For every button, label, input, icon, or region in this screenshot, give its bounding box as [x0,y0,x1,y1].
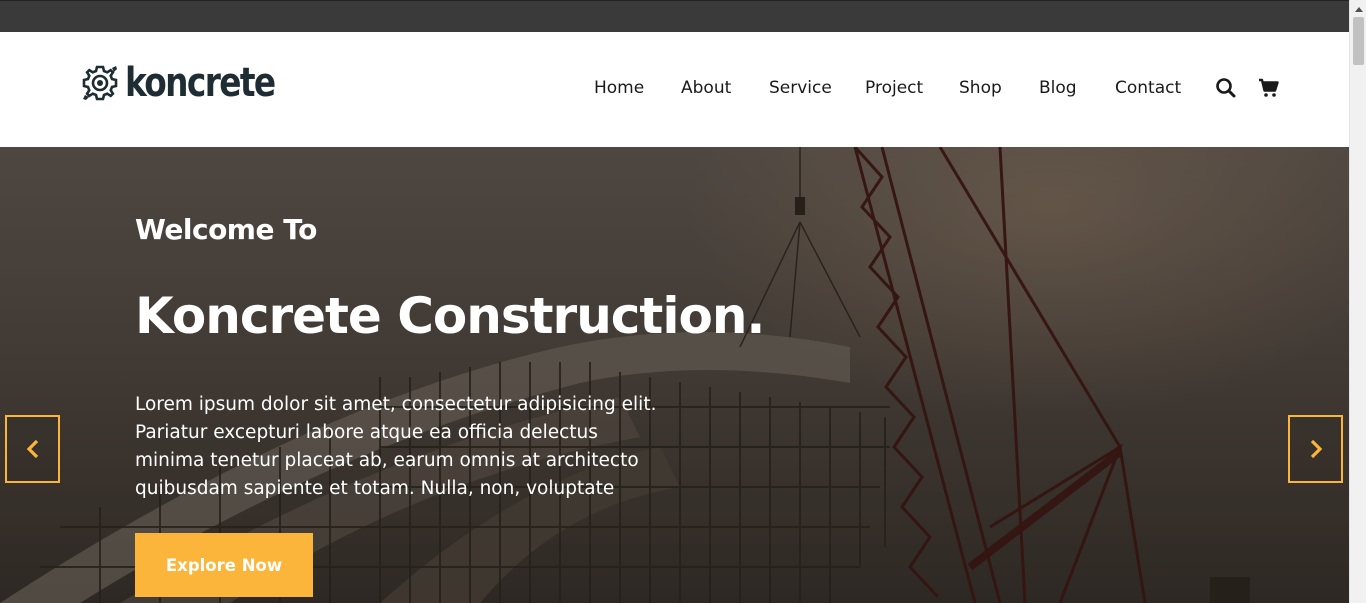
cart-icon[interactable] [1257,76,1281,100]
chevron-left-icon [26,439,38,459]
nav-item-blog[interactable]: Blog [1039,76,1077,100]
nav-item-service[interactable]: Service [769,76,832,100]
vertical-scrollbar[interactable] [1349,0,1366,603]
hero-description: Lorem ipsum dolor sit amet, consectetur … [135,394,657,499]
site-header: koncrete Home About Service Project Shop… [0,32,1349,147]
chevron-right-icon [1310,439,1322,459]
gear-wrench-logo-icon [82,65,118,101]
slider-next-button[interactable] [1288,415,1343,483]
slider-prev-button[interactable] [5,415,60,483]
scroll-up-button[interactable] [1350,0,1366,17]
explore-now-button[interactable]: Explore Now [135,533,313,597]
hero-welcome-text: Welcome To [135,213,317,246]
logo-wordmark: koncrete [125,60,276,106]
site-logo[interactable]: koncrete [79,60,307,106]
nav-item-shop[interactable]: Shop [959,76,1002,100]
scroll-thumb[interactable] [1353,17,1364,65]
scroll-up-arrow-icon [1354,6,1363,12]
hero-headline: Koncrete Construction. [135,287,765,345]
search-icon[interactable] [1214,76,1238,100]
nav-item-contact[interactable]: Contact [1115,76,1181,100]
top-bar [0,0,1349,32]
hero-slider: Welcome To Koncrete Construction. Lorem … [0,147,1349,603]
nav-item-home[interactable]: Home [594,76,644,100]
nav-item-project[interactable]: Project [865,76,923,100]
nav-item-about[interactable]: About [681,76,731,100]
